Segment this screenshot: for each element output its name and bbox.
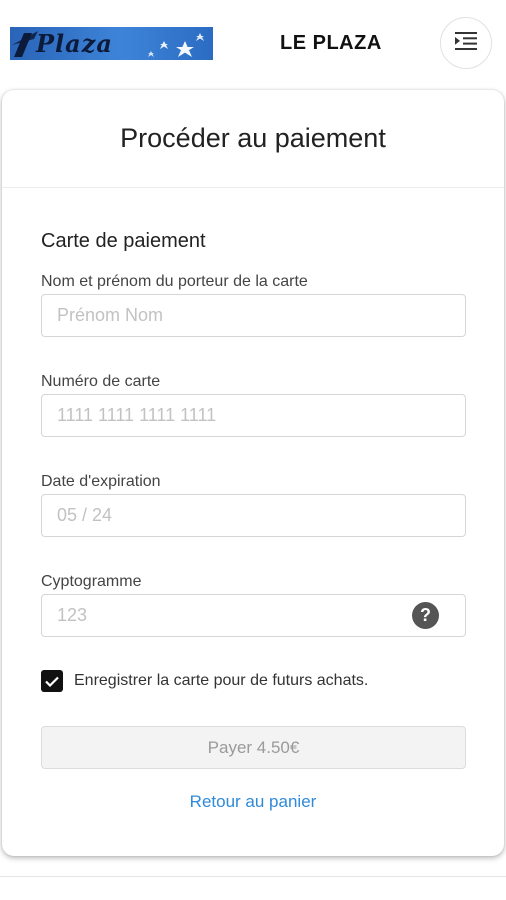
section-title: Carte de paiement (41, 230, 206, 252)
cvv-input[interactable] (41, 594, 466, 637)
expiry-date-input[interactable] (41, 494, 466, 537)
save-card-checkbox[interactable] (41, 670, 63, 692)
save-card-label[interactable]: Enregistrer la carte pour de futurs acha… (74, 672, 368, 690)
question-circle-icon[interactable]: ? (412, 602, 439, 629)
footer-divider (0, 876, 506, 877)
card-number-input[interactable] (41, 394, 466, 437)
payment-card: Procéder au paiement Carte de paiement N… (2, 90, 504, 856)
expiry-label: Date d'expiration (41, 473, 161, 490)
page-title: Procéder au paiement (120, 123, 386, 153)
app-header: Plaza LE PLAZA (0, 0, 506, 88)
plaza-logo[interactable]: Plaza (10, 27, 213, 60)
check-icon (45, 676, 59, 687)
card-number-label: Numéro de carte (41, 373, 161, 390)
pay-button[interactable]: Payer 4.50€ (41, 726, 466, 769)
cvv-label: Cyptogramme (41, 573, 142, 590)
holder-label: Nom et prénom du porteur de la carte (41, 273, 308, 290)
back-to-cart-link[interactable]: Retour au panier (2, 792, 504, 812)
menu-button[interactable] (440, 17, 492, 69)
logo-text: Plaza (36, 29, 113, 58)
holder-name-input[interactable] (41, 294, 466, 337)
card-header: Procéder au paiement (2, 90, 504, 188)
brand-title: LE PLAZA (280, 32, 382, 54)
menu-indent-icon (455, 31, 477, 55)
